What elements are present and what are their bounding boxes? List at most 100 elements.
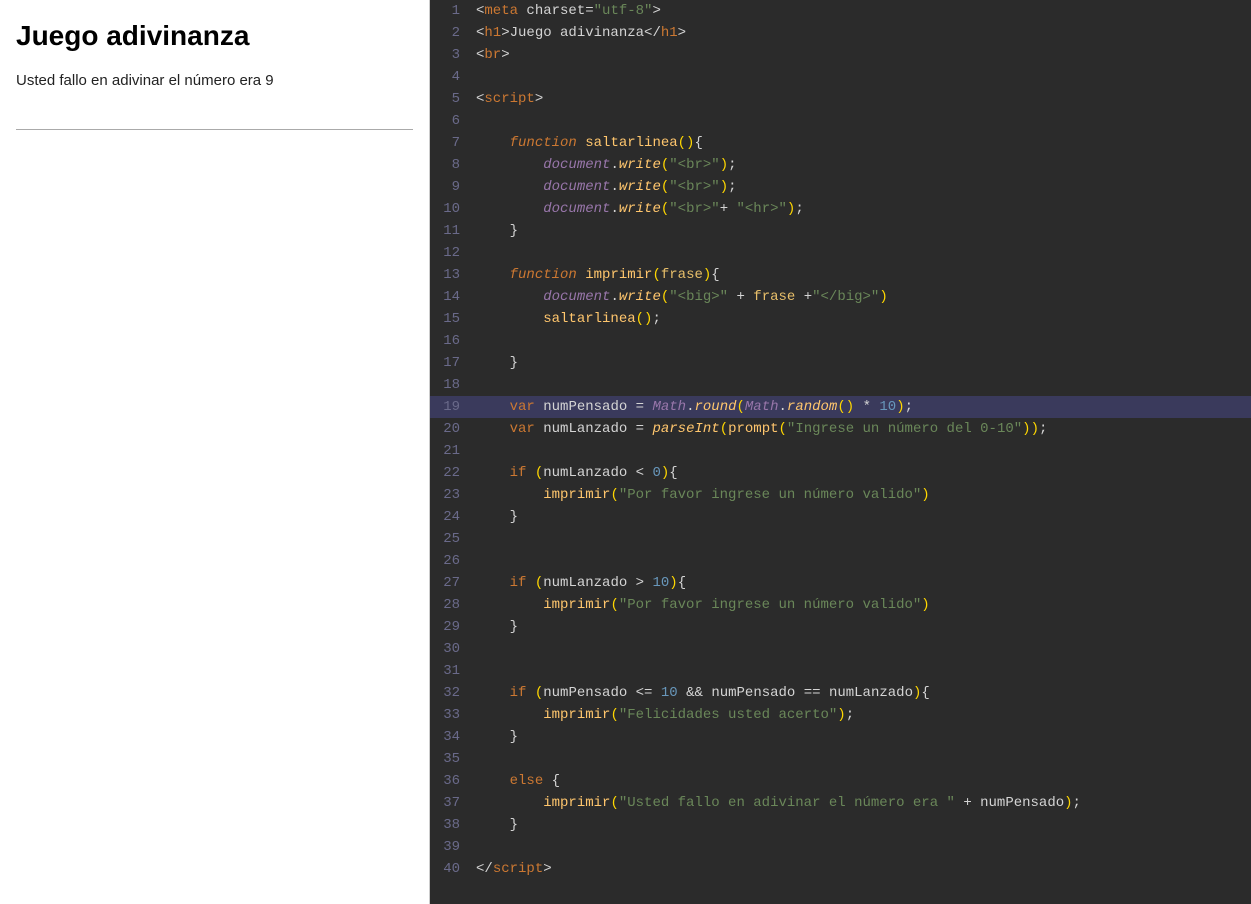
line-content bbox=[472, 550, 1251, 572]
table-row: 5 <script> bbox=[430, 88, 1251, 110]
line-number: 29 bbox=[430, 616, 472, 638]
line-number: 8 bbox=[430, 154, 472, 176]
table-row: 2 <h1>Juego adivinanza</h1> bbox=[430, 22, 1251, 44]
line-content bbox=[472, 836, 1251, 858]
table-row: 34 } bbox=[430, 726, 1251, 748]
line-number: 32 bbox=[430, 682, 472, 704]
line-number: 40 bbox=[430, 858, 472, 880]
line-content: } bbox=[472, 616, 1251, 638]
line-number: 11 bbox=[430, 220, 472, 242]
line-number: 7 bbox=[430, 132, 472, 154]
table-row: 36 else { bbox=[430, 770, 1251, 792]
line-content: <h1>Juego adivinanza</h1> bbox=[472, 22, 1251, 44]
line-number: 38 bbox=[430, 814, 472, 836]
line-content: function imprimir(frase){ bbox=[472, 264, 1251, 286]
table-row: 32 if (numPensado <= 10 && numPensado ==… bbox=[430, 682, 1251, 704]
table-row: 18 bbox=[430, 374, 1251, 396]
line-number: 12 bbox=[430, 242, 472, 264]
line-number: 18 bbox=[430, 374, 472, 396]
line-content: if (numLanzado < 0){ bbox=[472, 462, 1251, 484]
table-row: 7 function saltarlinea(){ bbox=[430, 132, 1251, 154]
line-content: imprimir("Por favor ingrese un número va… bbox=[472, 484, 1251, 506]
line-content: </script> bbox=[472, 858, 1251, 880]
line-number: 33 bbox=[430, 704, 472, 726]
table-row: 25 bbox=[430, 528, 1251, 550]
line-content bbox=[472, 660, 1251, 682]
line-content: } bbox=[472, 220, 1251, 242]
table-row: 22 if (numLanzado < 0){ bbox=[430, 462, 1251, 484]
line-content: document.write("<big>" + frase +"</big>"… bbox=[472, 286, 1251, 308]
table-row: 4 bbox=[430, 66, 1251, 88]
table-row: 28 imprimir("Por favor ingrese un número… bbox=[430, 594, 1251, 616]
line-number: 1 bbox=[430, 0, 472, 22]
line-number: 14 bbox=[430, 286, 472, 308]
line-number: 17 bbox=[430, 352, 472, 374]
code-editor[interactable]: 1 <meta charset="utf-8"> 2 <h1>Juego adi… bbox=[430, 0, 1251, 904]
line-number: 22 bbox=[430, 462, 472, 484]
line-content bbox=[472, 440, 1251, 462]
table-row: 24 } bbox=[430, 506, 1251, 528]
line-number: 35 bbox=[430, 748, 472, 770]
line-content: function saltarlinea(){ bbox=[472, 132, 1251, 154]
line-content: <meta charset="utf-8"> bbox=[472, 0, 1251, 22]
line-content bbox=[472, 374, 1251, 396]
line-number: 4 bbox=[430, 66, 472, 88]
line-content: } bbox=[472, 352, 1251, 374]
line-content bbox=[472, 748, 1251, 770]
line-content: } bbox=[472, 726, 1251, 748]
line-number: 2 bbox=[430, 22, 472, 44]
line-content: var numLanzado = parseInt(prompt("Ingres… bbox=[472, 418, 1251, 440]
table-row: 33 imprimir("Felicidades usted acerto"); bbox=[430, 704, 1251, 726]
table-row: 23 imprimir("Por favor ingrese un número… bbox=[430, 484, 1251, 506]
line-number: 34 bbox=[430, 726, 472, 748]
line-content: var numPensado = Math.round(Math.random(… bbox=[472, 396, 1251, 418]
line-number: 19 bbox=[430, 396, 472, 418]
line-number: 30 bbox=[430, 638, 472, 660]
line-number: 39 bbox=[430, 836, 472, 858]
line-number: 28 bbox=[430, 594, 472, 616]
line-content: imprimir("Usted fallo en adivinar el núm… bbox=[472, 792, 1251, 814]
table-row: 6 bbox=[430, 110, 1251, 132]
divider bbox=[16, 129, 413, 130]
table-row: 19 var numPensado = Math.round(Math.rand… bbox=[430, 396, 1251, 418]
line-number: 23 bbox=[430, 484, 472, 506]
table-row: 9 document.write("<br>"); bbox=[430, 176, 1251, 198]
line-content: if (numLanzado > 10){ bbox=[472, 572, 1251, 594]
line-number: 6 bbox=[430, 110, 472, 132]
line-content bbox=[472, 242, 1251, 264]
line-number: 27 bbox=[430, 572, 472, 594]
line-number: 15 bbox=[430, 308, 472, 330]
line-content: <script> bbox=[472, 88, 1251, 110]
line-number: 16 bbox=[430, 330, 472, 352]
line-content: saltarlinea(); bbox=[472, 308, 1251, 330]
line-number: 21 bbox=[430, 440, 472, 462]
table-row: 26 bbox=[430, 550, 1251, 572]
line-number: 36 bbox=[430, 770, 472, 792]
table-row: 35 bbox=[430, 748, 1251, 770]
line-content bbox=[472, 638, 1251, 660]
line-number: 9 bbox=[430, 176, 472, 198]
line-content: if (numPensado <= 10 && numPensado == nu… bbox=[472, 682, 1251, 704]
line-number: 31 bbox=[430, 660, 472, 682]
page-title: Juego adivinanza bbox=[16, 20, 413, 52]
table-row: 17 } bbox=[430, 352, 1251, 374]
table-row: 12 bbox=[430, 242, 1251, 264]
line-number: 37 bbox=[430, 792, 472, 814]
line-content: else { bbox=[472, 770, 1251, 792]
line-content: } bbox=[472, 814, 1251, 836]
line-number: 25 bbox=[430, 528, 472, 550]
table-row: 29 } bbox=[430, 616, 1251, 638]
table-row: 3 <br> bbox=[430, 44, 1251, 66]
table-row: 1 <meta charset="utf-8"> bbox=[430, 0, 1251, 22]
table-row: 39 bbox=[430, 836, 1251, 858]
line-content: } bbox=[472, 506, 1251, 528]
line-number: 10 bbox=[430, 198, 472, 220]
table-row: 27 if (numLanzado > 10){ bbox=[430, 572, 1251, 594]
table-row: 21 bbox=[430, 440, 1251, 462]
table-row: 16 bbox=[430, 330, 1251, 352]
line-content bbox=[472, 528, 1251, 550]
line-number: 13 bbox=[430, 264, 472, 286]
table-row: 14 document.write("<big>" + frase +"</bi… bbox=[430, 286, 1251, 308]
line-content: imprimir("Felicidades usted acerto"); bbox=[472, 704, 1251, 726]
code-table: 1 <meta charset="utf-8"> 2 <h1>Juego adi… bbox=[430, 0, 1251, 880]
